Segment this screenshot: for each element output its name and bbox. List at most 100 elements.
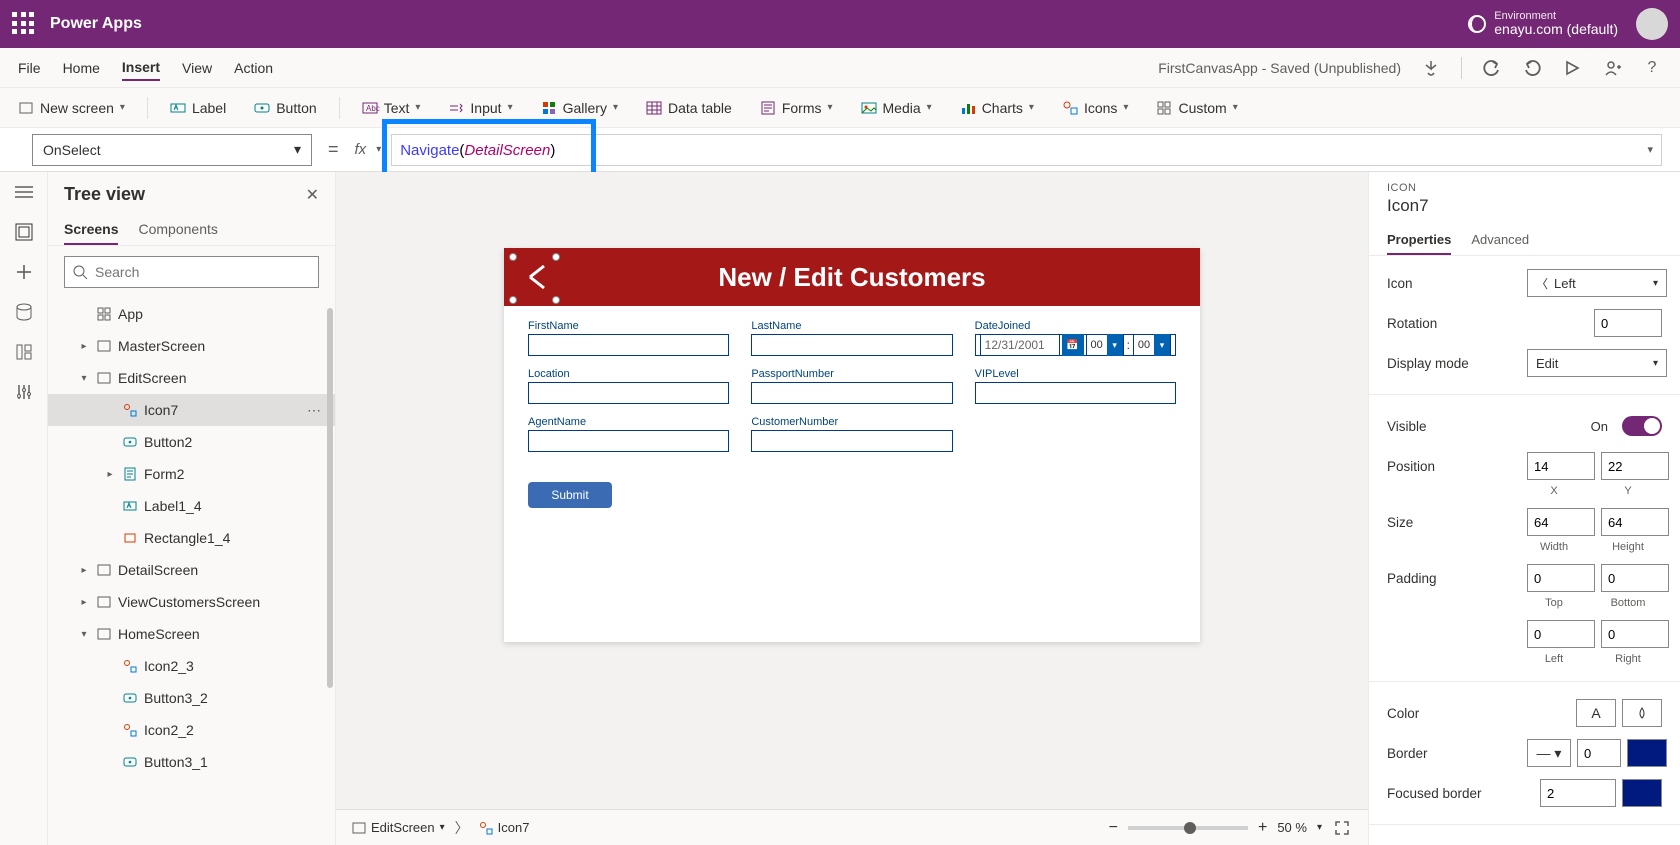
text-menu[interactable]: Abc Text▾ (362, 100, 421, 116)
gallery-menu[interactable]: Gallery▾ (541, 100, 618, 116)
menu-insert[interactable]: Insert (122, 55, 160, 81)
search-field[interactable] (95, 264, 310, 280)
play-icon[interactable] (1562, 58, 1582, 78)
tab-screens[interactable]: Screens (64, 215, 118, 245)
custom-menu[interactable]: Custom▾ (1156, 100, 1237, 116)
undo-icon[interactable] (1482, 58, 1502, 78)
label-button[interactable]: Label (170, 100, 226, 116)
tree-item[interactable]: ▾EditScreen (48, 362, 335, 394)
border-color-swatch[interactable] (1627, 739, 1667, 767)
selection-handle[interactable] (552, 296, 560, 304)
zoom-out-button[interactable]: − (1109, 819, 1118, 837)
close-icon[interactable]: ✕ (306, 185, 319, 205)
more-icon[interactable]: ⋯ (307, 402, 323, 419)
forms-menu[interactable]: Forms▾ (760, 100, 833, 116)
tree-item[interactable]: Rectangle1_4 (48, 522, 335, 554)
back-icon-selected[interactable] (514, 254, 560, 300)
app-checker-icon[interactable] (1421, 58, 1441, 78)
formula-input[interactable]: Navigate(DetailScreen) ▾ (391, 134, 1662, 166)
width-input[interactable] (1527, 508, 1595, 536)
agentname-input[interactable] (528, 430, 729, 452)
share-icon[interactable] (1602, 58, 1622, 78)
tree-item[interactable]: Button3_1 (48, 746, 335, 778)
data-table-button[interactable]: Data table (646, 100, 732, 116)
calendar-icon[interactable]: 📅 (1062, 334, 1084, 356)
tree-item[interactable]: ▸Form2 (48, 458, 335, 490)
help-icon[interactable]: ? (1642, 58, 1662, 78)
tree-item[interactable]: Label1_4 (48, 490, 335, 522)
date-input[interactable] (980, 334, 1060, 356)
scrollbar-thumb[interactable] (327, 308, 333, 688)
padding-left-input[interactable] (1527, 620, 1595, 648)
tree-item[interactable]: ▸MasterScreen (48, 330, 335, 362)
customernumber-input[interactable] (751, 430, 952, 452)
hamburger-icon[interactable] (14, 182, 34, 202)
tree-item[interactable]: Button3_2 (48, 682, 335, 714)
firstname-input[interactable] (528, 334, 729, 356)
media-menu[interactable]: Media▾ (861, 100, 932, 116)
menu-view[interactable]: View (182, 56, 212, 80)
tab-components[interactable]: Components (138, 215, 217, 245)
redo-icon[interactable] (1522, 58, 1542, 78)
menu-file[interactable]: File (18, 56, 41, 80)
pos-y-input[interactable] (1601, 452, 1669, 480)
tree-item-app[interactable]: App (48, 298, 335, 330)
tree-item[interactable]: ▸ViewCustomersScreen (48, 586, 335, 618)
tree-item[interactable]: Icon7⋯ (48, 394, 335, 426)
property-selector[interactable]: OnSelect ▾ (32, 134, 312, 166)
minute-select[interactable]: 00▾ (1133, 334, 1171, 356)
fit-icon[interactable] (1332, 818, 1352, 838)
breadcrumb-control[interactable]: Icon7 (479, 820, 530, 835)
padding-top-input[interactable] (1527, 564, 1595, 592)
app-launcher-icon[interactable] (12, 12, 36, 36)
tree-item[interactable]: Icon2_2 (48, 714, 335, 746)
rotation-input[interactable] (1594, 309, 1662, 337)
submit-button[interactable]: Submit (528, 482, 612, 508)
padding-bottom-input[interactable] (1601, 564, 1669, 592)
fborder-width-input[interactable] (1540, 779, 1616, 807)
viplevel-input[interactable] (975, 382, 1176, 404)
location-input[interactable] (528, 382, 729, 404)
button-button[interactable]: Button (254, 100, 316, 116)
lastname-input[interactable] (751, 334, 952, 356)
border-style-select[interactable]: — ▾ (1527, 739, 1571, 767)
displaymode-select[interactable]: Edit▾ (1527, 349, 1667, 377)
formula-expand-icon[interactable]: ▾ (1647, 143, 1653, 156)
database-icon[interactable] (14, 302, 34, 322)
padding-right-input[interactable] (1601, 620, 1669, 648)
zoom-in-button[interactable]: + (1258, 819, 1267, 837)
fill-color-button[interactable] (1622, 699, 1662, 727)
icon-select[interactable]: 〈Left▾ (1527, 269, 1667, 297)
environment-picker[interactable]: Environment enayu.com (default) (1468, 10, 1618, 37)
font-color-button[interactable]: A (1576, 699, 1616, 727)
canvas-screen[interactable]: New / Edit Customers FirstName LastName … (504, 248, 1200, 642)
zoom-slider[interactable] (1128, 826, 1248, 830)
tree-item[interactable]: ▾HomeScreen (48, 618, 335, 650)
user-avatar[interactable] (1636, 8, 1668, 40)
menu-action[interactable]: Action (234, 56, 273, 80)
breadcrumb-screen[interactable]: EditScreen ▾ (352, 820, 445, 835)
pos-x-input[interactable] (1527, 452, 1595, 480)
input-menu[interactable]: Input▾ (448, 100, 512, 116)
selection-handle[interactable] (552, 253, 560, 261)
icons-menu[interactable]: Icons▾ (1062, 100, 1129, 116)
height-input[interactable] (1601, 508, 1669, 536)
new-screen-button[interactable]: New screen▾ (18, 100, 125, 116)
fborder-color-swatch[interactable] (1622, 779, 1662, 807)
tab-properties[interactable]: Properties (1387, 226, 1451, 255)
hour-select[interactable]: 00▾ (1086, 334, 1124, 356)
tree-item[interactable]: Button2 (48, 426, 335, 458)
border-width-input[interactable] (1577, 739, 1621, 767)
tree-search-input[interactable] (64, 256, 319, 288)
media-panel-icon[interactable] (14, 342, 34, 362)
selection-handle[interactable] (509, 253, 517, 261)
tree-item[interactable]: Icon2_3 (48, 650, 335, 682)
add-icon[interactable] (14, 262, 34, 282)
tools-icon[interactable] (14, 382, 34, 402)
passport-input[interactable] (751, 382, 952, 404)
visible-toggle[interactable] (1622, 416, 1662, 436)
charts-menu[interactable]: Charts▾ (960, 100, 1034, 116)
tree-view-icon[interactable] (14, 222, 34, 242)
tree-item[interactable]: ▸DetailScreen (48, 554, 335, 586)
selection-handle[interactable] (509, 296, 517, 304)
